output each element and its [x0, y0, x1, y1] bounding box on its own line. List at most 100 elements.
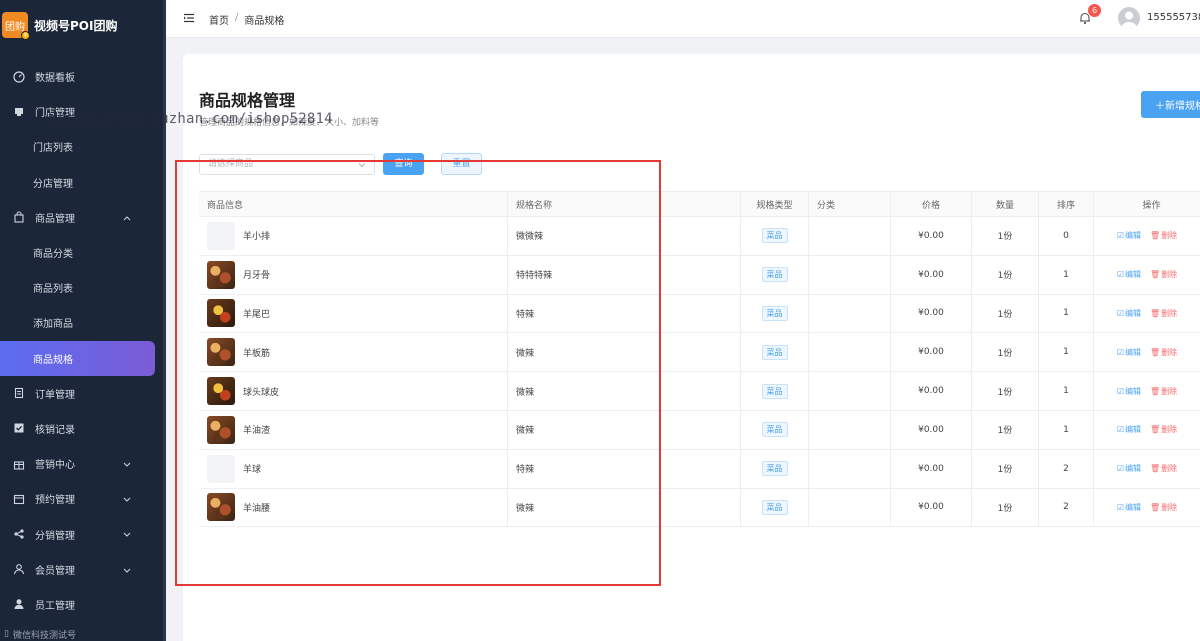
brand-title: 视频号POI团购 — [34, 18, 118, 33]
spec-type-tag: 菜品 — [761, 228, 788, 244]
edit-button[interactable]: ☑ 编辑 — [1117, 463, 1141, 474]
delete-button[interactable]: 🗑 删除 — [1150, 269, 1177, 280]
reset-button[interactable]: 重置 — [441, 153, 482, 175]
spec-type-tag: 菜品 — [761, 461, 788, 477]
sidebar-item-redemption[interactable]: 核销记录 — [0, 411, 166, 446]
actions-cell: ☑ 编辑 🗑 删除 — [1094, 411, 1200, 449]
delete-label: 删除 — [1161, 308, 1178, 318]
sidebar-item-label: 订单管理 — [35, 389, 75, 401]
add-spec-button[interactable]: ＋新增规格 — [1141, 91, 1200, 118]
bag-icon — [13, 211, 25, 223]
sidebar-item-distribution[interactable]: 分销管理 — [0, 516, 166, 551]
quantity-value: 1份 — [997, 271, 1013, 282]
column-header: 分类 — [809, 192, 891, 216]
sidebar-item-label: 分店管理 — [33, 178, 73, 190]
avatar[interactable] — [1118, 7, 1140, 29]
share-icon — [13, 528, 25, 540]
edit-button[interactable]: ☑ 编辑 — [1117, 269, 1141, 280]
quantity-cell: 1份 — [972, 217, 1039, 255]
sidebar-item-orders[interactable]: 订单管理 — [0, 376, 166, 411]
delete-button[interactable]: 🗑 删除 — [1150, 502, 1177, 513]
sidebar-item-marketing[interactable]: 营销中心 — [0, 446, 166, 481]
query-button[interactable]: 查询 — [383, 153, 424, 175]
edit-button[interactable]: ☑ 编辑 — [1117, 502, 1141, 513]
edit-button[interactable]: ☑ 编辑 — [1117, 230, 1141, 241]
spec-name-cell: 微辣 — [508, 333, 741, 372]
category-cell — [809, 372, 891, 410]
spec-type-tag: 菜品 — [761, 305, 788, 321]
user-name[interactable]: 15555573888 — [1147, 12, 1200, 23]
sidebar-item-add-product[interactable]: 添加商品 — [0, 305, 166, 340]
edit-icon: ☑ — [1116, 270, 1124, 280]
product-info-cell: 羊油渣 — [199, 410, 508, 449]
spec-name: 微辣 — [516, 503, 535, 514]
trash-icon: 🗑 — [1150, 231, 1161, 241]
sidebar-item-reservations[interactable]: 预约管理 — [0, 481, 166, 516]
menu-toggle-icon[interactable] — [183, 12, 195, 24]
delete-button[interactable]: 🗑 删除 — [1150, 424, 1177, 435]
sidebar-item-product-list[interactable]: 商品列表 — [0, 270, 166, 305]
trash-icon: 🗑 — [1150, 502, 1161, 512]
edit-button[interactable]: ☑ 编辑 — [1117, 386, 1141, 397]
edit-icon: ☑ — [1116, 464, 1124, 474]
chevron-down-icon — [123, 568, 131, 573]
delete-button[interactable]: 🗑 删除 — [1150, 463, 1177, 474]
sidebar-item-label: 预约管理 — [35, 495, 75, 507]
sidebar-item-staff[interactable]: 员工管理 — [0, 587, 166, 622]
sidebar-item-store-list[interactable]: 门店列表 — [0, 129, 166, 164]
delete-button[interactable]: 🗑 删除 — [1150, 347, 1177, 358]
table-row: 羊油腰 微辣 菜品 ¥0.00 1份 2 ☑ 编辑 🗑 删除 — [199, 488, 1200, 528]
product-info-cell: 羊小排 — [199, 217, 508, 255]
sidebar: 团购 ¥ 视频号POI团购 数据看板 门店管理 门店列表 分店管理 商品管理 商… — [0, 0, 166, 641]
edit-button[interactable]: ☑ 编辑 — [1117, 308, 1141, 319]
sort-cell: 1 — [1039, 294, 1094, 333]
product-thumbnail — [207, 454, 235, 483]
price-value: ¥0.00 — [918, 502, 944, 513]
sidebar-item-members[interactable]: 会员管理 — [0, 552, 166, 587]
delete-button[interactable]: 🗑 删除 — [1150, 308, 1177, 319]
breadcrumb-home[interactable]: 首页 — [209, 12, 229, 27]
brand-logo-badge: ¥ — [21, 31, 30, 40]
main-content: 商品规格管理 管理商品的规格信息，如辣度、大小、加料等 https://www.… — [48, 38, 1200, 641]
category-cell — [809, 449, 891, 488]
column-header: 价格 — [891, 192, 972, 216]
trash-icon: 🗑 — [1150, 308, 1161, 318]
quantity-value: 1份 — [997, 465, 1013, 476]
table-row: 羊小排 微微辣 菜品 ¥0.00 1份 0 ☑ 编辑 🗑 删除 — [199, 217, 1200, 256]
sidebar-item-dashboard[interactable]: 数据看板 — [0, 59, 166, 94]
table-row: 球头球皮 微辣 菜品 ¥0.00 1份 1 ☑ 编辑 🗑 删除 — [199, 372, 1200, 411]
delete-button[interactable]: 🗑 删除 — [1150, 386, 1177, 397]
sidebar-item-product-specs[interactable]: 商品规格 — [0, 340, 155, 376]
spec-type-cell: 菜品 — [741, 217, 809, 255]
brand-logo: 团购 ¥ — [2, 12, 30, 40]
sidebar-item-label: 分销管理 — [35, 530, 75, 542]
table-row: 羊板筋 微辣 菜品 ¥0.00 1份 1 ☑ 编辑 🗑 删除 — [199, 333, 1200, 373]
sort-cell: 2 — [1039, 488, 1094, 527]
trash-icon: 🗑 — [1150, 270, 1161, 280]
delete-button[interactable]: 🗑 删除 — [1150, 230, 1177, 241]
brand: 团购 ¥ 视频号POI团购 — [0, 0, 166, 50]
sidebar-item-products[interactable]: 商品管理 — [0, 200, 166, 235]
sort-cell: 1 — [1039, 255, 1094, 294]
sidebar-item-label: 商品管理 — [35, 213, 75, 225]
delete-label: 删除 — [1161, 425, 1178, 435]
sort-value: 0 — [1063, 230, 1069, 241]
product-select[interactable]: 请选择商品 — [199, 154, 375, 175]
column-header: 商品信息 — [199, 192, 508, 216]
spec-name-cell: 特辣 — [508, 449, 741, 488]
edit-button[interactable]: ☑ 编辑 — [1117, 347, 1141, 358]
delete-label: 删除 — [1161, 270, 1178, 280]
sidebar-item-product-category[interactable]: 商品分类 — [0, 235, 166, 270]
product-name: 月牙骨 — [243, 271, 271, 282]
edit-button[interactable]: ☑ 编辑 — [1117, 424, 1141, 435]
sidebar-item-label: 商品列表 — [33, 284, 73, 296]
sidebar-item-label: 核销记录 — [35, 424, 75, 436]
spec-name-cell: 微辣 — [508, 488, 741, 527]
edit-icon: ☑ — [1116, 386, 1124, 396]
product-name: 羊尾巴 — [243, 309, 271, 320]
sidebar-item-branch-management[interactable]: 分店管理 — [0, 165, 166, 200]
spec-name: 微微辣 — [516, 232, 544, 243]
edit-label: 编辑 — [1125, 270, 1141, 280]
product-name: 羊油腰 — [243, 503, 271, 514]
column-header: 数量 — [972, 192, 1039, 216]
